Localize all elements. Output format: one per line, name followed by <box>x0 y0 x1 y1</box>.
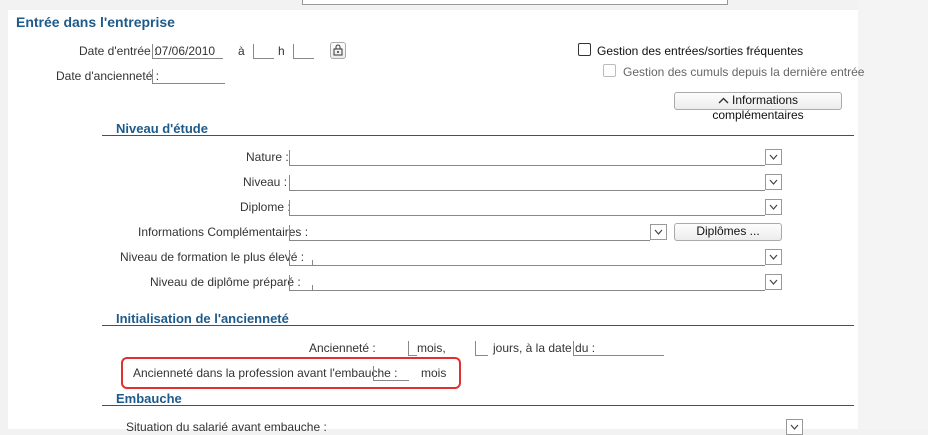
diplome-prepare-label: Niveau de diplôme préparé : <box>150 275 301 289</box>
formation-tick <box>312 260 313 266</box>
chevron-down-icon <box>790 424 799 430</box>
formation-dropdown-button[interactable] <box>765 249 782 265</box>
chevron-up-icon <box>718 93 729 108</box>
formation-label: Niveau de formation le plus élevé : <box>120 250 305 264</box>
formation-select[interactable] <box>289 250 765 266</box>
section-title-init-anciennete: Initialisation de l'ancienneté <box>116 311 289 326</box>
info-comp-select[interactable] <box>289 225 650 241</box>
diplome-dropdown-button[interactable] <box>765 199 782 215</box>
chevron-down-icon <box>769 254 778 260</box>
lock-button[interactable] <box>330 42 346 59</box>
section-title-entree: Entrée dans l'entreprise <box>16 14 175 30</box>
separator-init-anciennete <box>102 325 854 326</box>
chevron-down-icon <box>769 204 778 210</box>
profession-label: Ancienneté dans la profession avant l'em… <box>133 366 398 380</box>
separator-niveau-etude <box>102 135 854 136</box>
diplome-prepare-select[interactable] <box>289 275 765 291</box>
time-h-label: h <box>278 44 285 58</box>
hour-input[interactable] <box>253 44 274 59</box>
situation-label: Situation du salarié avant embauche : <box>126 420 327 434</box>
niveau-label: Niveau : <box>243 175 288 189</box>
date-entree-input[interactable]: 07/06/2010 <box>152 44 223 59</box>
gestion-cumuls-label: Gestion des cumuls depuis la dernière en… <box>623 65 865 79</box>
niveau-dropdown-button[interactable] <box>765 174 782 190</box>
section-title-niveau-etude: Niveau d'étude <box>116 121 208 136</box>
gestion-es-label: Gestion des entrées/sorties fréquentes <box>597 44 804 58</box>
chevron-down-icon <box>654 229 663 235</box>
diplome-label: Diplome : <box>240 200 291 214</box>
profession-mois-input[interactable] <box>373 366 409 381</box>
diplome-prepare-dropdown-button[interactable] <box>765 274 782 290</box>
situation-dropdown-button[interactable] <box>786 419 803 435</box>
chevron-down-icon <box>769 179 778 185</box>
profession-unit-label: mois <box>421 366 447 380</box>
chevron-down-icon <box>769 154 778 160</box>
diplomes-button[interactable]: Diplômes ... <box>674 223 782 241</box>
chevron-down-icon <box>769 279 778 285</box>
section-title-embauche: Embauche <box>116 391 182 406</box>
info-comp-label: Informations Complémentaires : <box>138 225 309 239</box>
anciennete-label: Ancienneté : <box>309 341 376 355</box>
mois-label: mois, <box>417 341 446 355</box>
right-gutter <box>858 0 928 429</box>
lock-icon <box>333 44 343 59</box>
diplome-select[interactable] <box>289 200 765 216</box>
date-entree-label: Date d'entrée : <box>79 44 158 58</box>
anciennete-date-input[interactable] <box>573 341 664 356</box>
anciennete-mois-input[interactable] <box>408 341 417 356</box>
gestion-cumuls-checkbox[interactable] <box>603 64 616 77</box>
anciennete-jours-input[interactable] <box>475 341 488 356</box>
separator-embauche <box>102 405 854 406</box>
nature-label: Nature : <box>246 150 289 164</box>
time-a-label: à <box>238 44 245 58</box>
top-field-edge <box>302 0 728 5</box>
info-complementaires-button[interactable]: Informations complémentaires <box>674 92 842 122</box>
minute-input[interactable] <box>293 44 314 59</box>
niveau-select[interactable] <box>289 175 765 191</box>
date-anciennete-input[interactable] <box>152 69 225 84</box>
date-anciennete-label: Date d'ancienneté : <box>56 69 160 83</box>
nature-select[interactable] <box>289 150 765 166</box>
diplome-prepare-tick <box>312 285 313 291</box>
gestion-es-checkbox[interactable] <box>578 43 591 56</box>
nature-dropdown-button[interactable] <box>765 149 782 165</box>
info-comp-dropdown-button[interactable] <box>650 224 667 240</box>
